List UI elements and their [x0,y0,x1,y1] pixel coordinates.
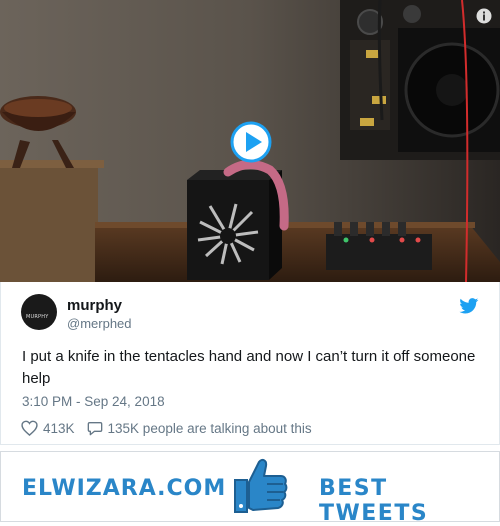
info-icon [476,8,492,24]
info-button[interactable] [476,8,492,24]
twitter-bird-button[interactable] [459,298,479,314]
twitter-bird-icon [459,298,479,314]
play-button[interactable] [229,120,273,164]
video-thumbnail[interactable] [0,0,500,282]
author-handle[interactable]: @merphed [67,316,132,331]
banner-tagline: BEST TWEETS [319,476,429,526]
author-name[interactable]: murphy [67,297,122,314]
site-name[interactable]: ELWIZARA.COM [22,476,226,501]
tweet-timestamp[interactable]: 3:10 PM - Sep 24, 2018 [22,394,165,409]
tweet-card: MURPHY murphy @merphed I put a knife in … [0,282,500,445]
avatar[interactable]: MURPHY [21,294,57,330]
heart-icon[interactable] [21,420,38,436]
play-icon [230,121,272,163]
thumbs-up-icon [234,458,288,513]
reply-bubble-icon[interactable] [87,420,103,436]
tweet-text: I put a knife in the tentacles hand and … [22,348,476,387]
avatar-label: MURPHY [26,314,49,320]
people-talking-link[interactable]: 135K people are talking about this [108,421,312,436]
promo-banner: ELWIZARA.COM BEST TWEETS [0,451,500,526]
tweet-stats: 413K 135K people are talking about this [21,419,312,437]
like-count[interactable]: 413K [43,421,75,436]
